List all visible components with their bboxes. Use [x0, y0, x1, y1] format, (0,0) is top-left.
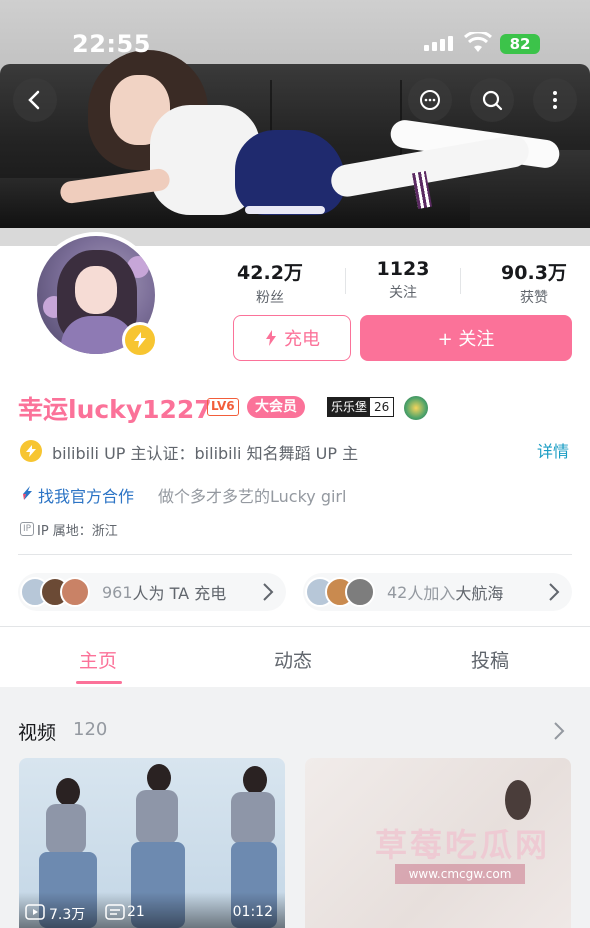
divider: [0, 626, 590, 627]
stat-fans[interactable]: 42.2万 粉丝: [220, 258, 320, 307]
guard-avatars: [305, 577, 375, 607]
charge-supporters-pill[interactable]: 961 人为 TA 充电: [18, 573, 286, 611]
follow-button[interactable]: + 关注: [360, 315, 572, 361]
verification-text: bilibili UP 主认证：bilibili 知名舞蹈 UP 主: [52, 444, 359, 463]
chat-bubble-icon: [420, 90, 440, 110]
more-vertical-icon: [553, 91, 557, 109]
pendant-icon: [404, 396, 428, 420]
supporters-text: 人为 TA 充电: [132, 584, 227, 603]
stat-value: 42.2万: [237, 262, 303, 284]
medal-name: 乐乐堡: [328, 398, 371, 416]
battery-indicator: 82: [500, 34, 540, 54]
bio-text: 做个多才多艺的Lucky girl: [158, 487, 347, 506]
ip-location: IP 属地：浙江: [37, 524, 118, 539]
search-icon: [482, 90, 503, 111]
charge-label: 充电: [284, 329, 320, 350]
dancer-top: [231, 792, 275, 844]
stat-label: 获赞: [520, 290, 548, 306]
stat-label: 关注: [389, 285, 417, 301]
stat-label: 粉丝: [256, 290, 284, 306]
guard-pill[interactable]: 42 人加入 大航海: [303, 573, 572, 611]
medal-level: 26: [370, 398, 394, 416]
status-time: 22:55: [72, 30, 151, 58]
verified-icon: [20, 440, 42, 462]
back-button[interactable]: [13, 78, 57, 122]
dancer-top: [46, 804, 86, 854]
guard-count: 42: [387, 582, 408, 602]
watermark-url: www.cmcgw.com: [395, 864, 525, 884]
divider: [18, 554, 572, 555]
level-badge: LV6: [207, 398, 239, 416]
signal-icon: [424, 36, 453, 51]
divider: [345, 268, 346, 294]
figure-shorts-stripe: [245, 206, 325, 214]
charge-button[interactable]: 充电: [233, 315, 351, 361]
figure-head: [505, 780, 531, 820]
guard-text: 大航海: [455, 584, 504, 603]
stat-value: 1123: [376, 258, 430, 280]
section-title: 视频: [18, 722, 57, 744]
video-duration: 01:12: [232, 904, 273, 920]
danmaku-count: 21: [127, 904, 145, 920]
avatar: [60, 577, 90, 607]
stat-likes[interactable]: 90.3万 获赞: [484, 258, 584, 307]
chevron-right-icon[interactable]: [553, 721, 565, 741]
chevron-right-icon: [263, 583, 274, 601]
divider: [460, 268, 461, 294]
stat-value: 90.3万: [501, 262, 567, 284]
dancer-top: [136, 790, 178, 844]
dancer-head: [56, 778, 80, 806]
more-button[interactable]: [533, 78, 577, 122]
status-bar: 22:55 82: [0, 26, 590, 62]
message-button[interactable]: [408, 78, 452, 122]
details-link[interactable]: 详情: [537, 438, 569, 462]
chevron-right-icon: [549, 583, 560, 601]
search-button[interactable]: [470, 78, 514, 122]
chevron-left-icon: [28, 90, 40, 110]
tab-uploads[interactable]: 投稿: [471, 646, 509, 673]
watermark-text: 草莓吃瓜网: [375, 826, 551, 864]
guard-mid: 人加入: [407, 584, 456, 603]
wifi-icon: [464, 32, 492, 52]
supporter-avatars: [20, 577, 90, 607]
figure-shorts: [235, 130, 345, 215]
video-meta: 7.3万 21 01:12: [19, 892, 285, 928]
tab-dynamics[interactable]: 动态: [274, 646, 312, 673]
official-link-icon: [23, 486, 32, 500]
avatar: [345, 577, 375, 607]
section-count: 120: [73, 719, 108, 740]
supporters-count: 961: [102, 582, 133, 602]
active-tab-indicator: [76, 681, 122, 684]
lightning-icon: [266, 330, 276, 346]
official-cooperation-link[interactable]: 找我官方合作: [38, 483, 134, 507]
avatar-face: [75, 266, 117, 314]
stat-following[interactable]: 1123 关注: [353, 258, 453, 302]
danmaku-icon: [105, 904, 125, 920]
fan-medal[interactable]: 乐乐堡 26: [327, 397, 395, 417]
view-count: 7.3万: [49, 907, 86, 923]
ip-icon: IP: [20, 522, 35, 536]
video-card[interactable]: 7.3万 21 01:12: [19, 758, 285, 928]
play-icon: [25, 904, 45, 920]
dancer-head: [147, 764, 171, 792]
vip-badge[interactable]: 大会员: [247, 396, 305, 418]
follow-label: + 关注: [437, 329, 495, 350]
dancer-head: [243, 766, 267, 794]
tab-home[interactable]: 主页: [79, 646, 117, 673]
username: 幸运lucky1227: [18, 395, 212, 424]
charge-badge-icon: [122, 322, 158, 358]
